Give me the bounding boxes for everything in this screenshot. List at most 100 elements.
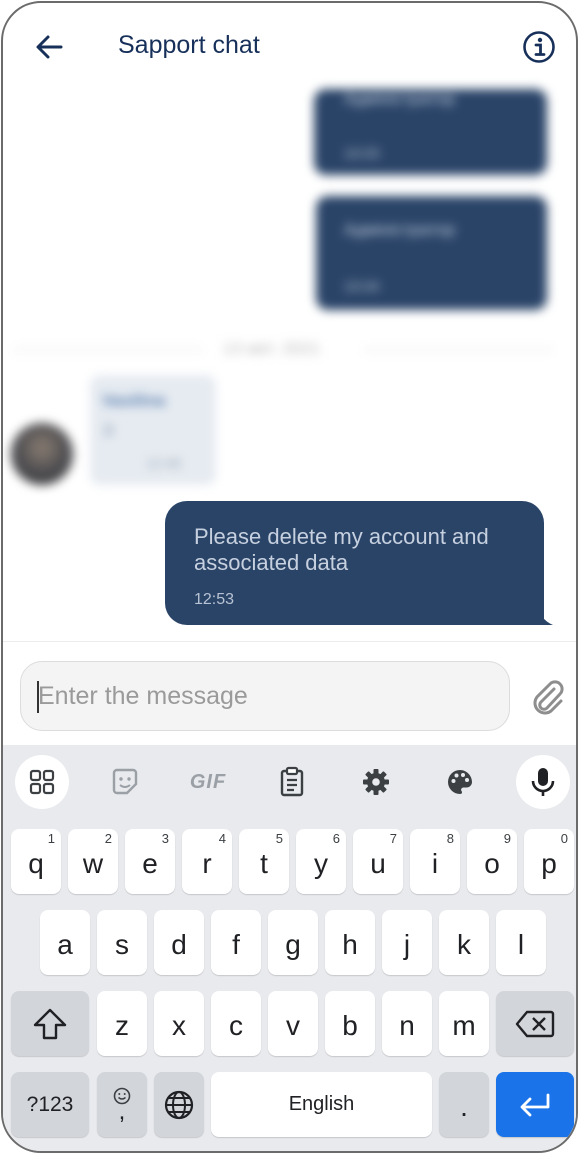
key-r[interactable]: 4r [182,829,232,894]
key-b[interactable]: b [325,991,375,1056]
symbols-key[interactable]: ?123 [11,1072,89,1137]
key-label: b [342,1009,358,1041]
apps-grid-button[interactable] [15,755,69,809]
key-hint: 2 [104,831,112,846]
key-d[interactable]: d [154,910,204,975]
separator-line [13,349,203,351]
voice-input-button[interactable] [516,755,570,809]
settings-button[interactable] [351,757,401,807]
enter-key[interactable] [496,1072,574,1137]
page-title: Sapport chat [118,31,260,59]
key-label: l [517,928,525,960]
key-v[interactable]: v [268,991,318,1056]
history-message-text: Адміністратор [344,220,456,239]
history-message-text: й [104,421,114,440]
key-label: y [314,847,328,879]
date-separator: 13 квіт. 2021 [13,339,553,359]
key-label: s [115,928,129,960]
key-y[interactable]: 6y [296,829,346,894]
on-screen-keyboard: GIF 1 q 2 w 3 e 4 r 5 t 6 y 7 u 8 i 9 o … [3,745,576,1151]
key-label: r [202,847,212,879]
key-label: . [460,1090,468,1122]
key-label: i [431,847,439,879]
avatar [11,423,73,485]
key-w[interactable]: 2w [68,829,118,894]
key-label: m [452,1009,476,1041]
key-label: f [232,928,240,960]
microphone-icon [531,768,555,796]
key-j[interactable]: j [382,910,432,975]
key-label: j [403,928,411,960]
key-f[interactable]: f [211,910,261,975]
key-k[interactable]: k [439,910,489,975]
gif-button[interactable]: GIF [183,757,233,807]
key-a[interactable]: a [40,910,90,975]
history-message-outgoing: Адміністратор 13:23 [314,89,547,175]
sticker-button[interactable] [100,757,150,807]
message-input[interactable] [20,661,510,731]
key-label: o [484,847,500,879]
key-hint: 4 [218,831,226,846]
language-key[interactable] [154,1072,204,1137]
key-g[interactable]: g [268,910,318,975]
key-hint: 0 [560,831,568,846]
attach-button[interactable] [528,675,566,715]
emoji-comma-key[interactable]: , [97,1072,147,1137]
enter-arrow-icon [520,1093,550,1116]
key-label: z [115,1009,129,1041]
key-label: p [541,847,557,879]
paperclip-icon [533,680,564,715]
composer-bar [3,641,576,745]
key-q[interactable]: 1q [11,829,61,894]
key-m[interactable]: m [439,991,489,1056]
history-message-text: Адміністратор [344,89,456,108]
shift-key[interactable] [11,991,89,1056]
separator-line [363,349,553,351]
key-t[interactable]: 5t [239,829,289,894]
key-label: ?123 [26,1092,74,1116]
palette-icon [448,770,472,794]
key-n[interactable]: n [382,991,432,1056]
sticker-icon [112,768,138,795]
key-label: g [285,928,301,960]
key-l[interactable]: l [496,910,546,975]
message-bubble: Please delete my account and associated … [165,501,544,625]
key-h[interactable]: h [325,910,375,975]
chat-header: Sapport chat [3,3,576,89]
back-button[interactable] [31,29,67,65]
message-tail [531,603,553,625]
key-o[interactable]: 9o [467,829,517,894]
history-message-time: 13:23 [344,145,380,161]
spacebar[interactable]: English [211,1072,432,1137]
key-label: c [229,1009,243,1041]
key-x[interactable]: x [154,991,204,1056]
message-text: Please delete my account and associated … [194,524,489,575]
history-message-time: 12:48 [146,455,182,471]
info-button[interactable] [522,30,556,64]
key-label: English [288,1093,355,1115]
clipboard-icon [280,766,304,797]
key-i[interactable]: 8i [410,829,460,894]
key-s[interactable]: s [97,910,147,975]
clipboard-button[interactable] [267,757,317,807]
key-z[interactable]: z [97,991,147,1056]
key-label: h [342,928,358,960]
key-label: , [118,1097,126,1125]
key-u[interactable]: 7u [353,829,403,894]
info-circle-icon [523,31,555,63]
key-label: n [399,1009,415,1041]
history-message-incoming: Vasilina й 12:48 [90,375,216,485]
key-hint: 5 [275,831,283,846]
key-c[interactable]: c [211,991,261,1056]
shift-arrow-icon [33,1008,67,1039]
grid-icon [29,769,55,795]
theme-button[interactable] [435,757,485,807]
period-key[interactable]: . [439,1072,489,1137]
history-message-outgoing: Адміністратор 13:24 [316,196,547,310]
backspace-key[interactable] [496,991,574,1056]
key-label: e [142,847,158,879]
key-e[interactable]: 3e [125,829,175,894]
globe-icon [164,1090,194,1119]
key-hint: 6 [332,831,340,846]
key-p[interactable]: 0p [524,829,574,894]
